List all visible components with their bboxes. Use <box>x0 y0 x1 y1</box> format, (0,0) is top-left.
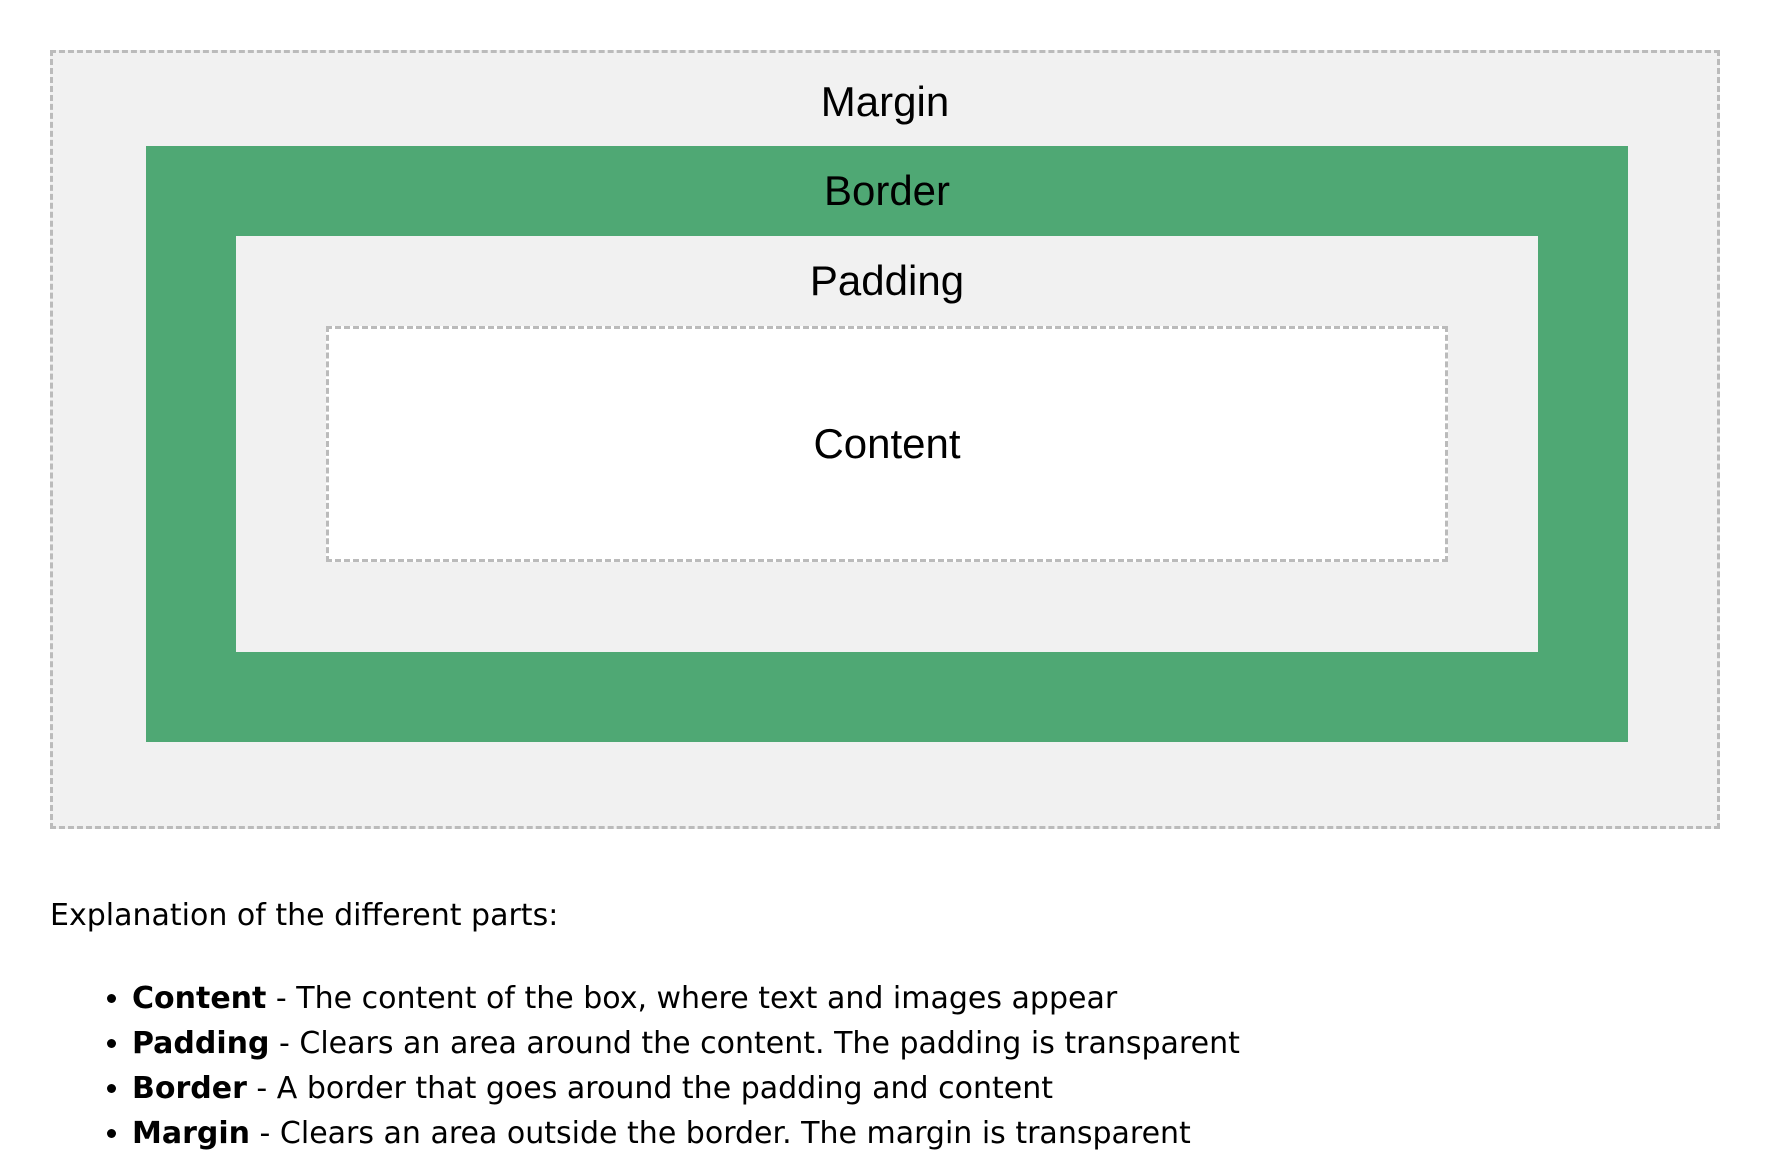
description-content: - The content of the box, where text and… <box>266 981 1118 1016</box>
margin-label: Margin <box>820 78 950 125</box>
list-item-padding: Padding - Clears an area around the cont… <box>132 1021 1240 1066</box>
content-area: Content <box>326 326 1448 562</box>
term-border: Border <box>132 1071 247 1106</box>
border-area: Border Padding Content <box>146 146 1628 742</box>
padding-area: Padding Content <box>236 236 1538 652</box>
box-model-diagram: Margin Border Padding Content <box>50 50 1720 829</box>
list-item-content: Content - The content of the box, where … <box>132 976 1240 1021</box>
description-border: - A border that goes around the padding … <box>246 1071 1053 1106</box>
parts-list: Content - The content of the box, where … <box>50 976 1240 1156</box>
description-margin: - Clears an area outside the border. The… <box>250 1116 1191 1151</box>
border-label: Border <box>823 167 951 214</box>
content-label: Content <box>813 420 961 467</box>
term-margin: Margin <box>132 1116 251 1151</box>
description-padding: - Clears an area around the content. The… <box>269 1026 1240 1061</box>
padding-label: Padding <box>809 257 965 304</box>
explanation-heading: Explanation of the different parts: <box>50 898 559 933</box>
term-padding: Padding <box>132 1026 270 1061</box>
term-content: Content <box>132 981 267 1016</box>
list-item-margin: Margin - Clears an area outside the bord… <box>132 1111 1240 1156</box>
list-item-border: Border - A border that goes around the p… <box>132 1066 1240 1111</box>
